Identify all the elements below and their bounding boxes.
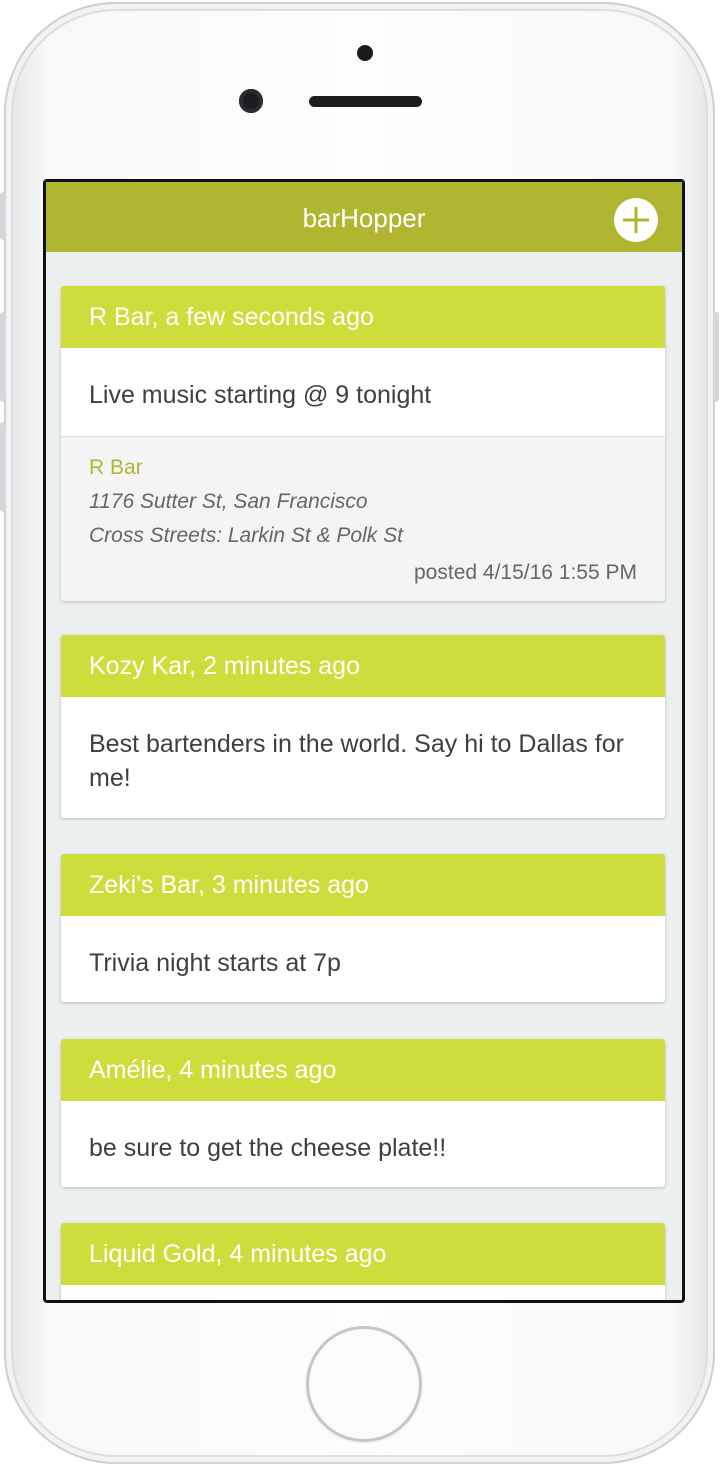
phone-frame: barHopper R Bar, a few seconds ago Live … [0,2,719,1464]
post-message: Live music starting @ 9 tonight [89,381,432,409]
proximity-sensor [357,45,373,61]
venue-details: R Bar 1176 Sutter St, San Francisco Cros… [61,436,665,601]
front-camera-icon [239,89,263,113]
post-message [61,1285,665,1300]
power-button [713,312,719,402]
plus-icon [623,207,649,233]
post-message: be sure to get the cheese plate!! [89,1134,447,1162]
post-header: R Bar, a few seconds ago [61,286,665,348]
post-timestamp: posted 4/15/16 1:55 PM [414,561,637,584]
post-header: Amélie, 4 minutes ago [61,1039,665,1101]
post-card[interactable]: Zeki's Bar, 3 minutes ago Trivia night s… [61,854,665,1002]
app-screen: barHopper R Bar, a few seconds ago Live … [43,179,685,1303]
post-card[interactable]: Liquid Gold, 4 minutes ago [61,1223,665,1300]
post-header: Zeki's Bar, 3 minutes ago [61,854,665,916]
app-title: barHopper [302,203,426,233]
post-feed[interactable]: R Bar, a few seconds ago Live music star… [46,252,682,1300]
home-button[interactable] [306,1326,422,1442]
post-message: Trivia night starts at 7p [89,949,341,977]
post-card[interactable]: Amélie, 4 minutes ago be sure to get the… [61,1039,665,1187]
post-card[interactable]: R Bar, a few seconds ago Live music star… [61,286,665,601]
app-bar: barHopper [46,182,682,252]
add-post-button[interactable] [614,198,658,242]
volume-up-button [0,312,6,402]
volume-down-button [0,422,6,512]
post-card[interactable]: Kozy Kar, 2 minutes ago Best bartenders … [61,635,665,818]
earpiece-speaker [309,96,422,107]
mute-switch [0,192,6,240]
venue-address: 1176 Sutter St, San Francisco [89,490,368,513]
post-message: Best bartenders in the world. Say hi to … [89,730,624,792]
post-header: Kozy Kar, 2 minutes ago [61,635,665,697]
post-header: Liquid Gold, 4 minutes ago [61,1223,665,1285]
venue-name-link[interactable]: R Bar [89,456,143,480]
venue-cross-streets: Cross Streets: Larkin St & Polk St [89,524,403,547]
